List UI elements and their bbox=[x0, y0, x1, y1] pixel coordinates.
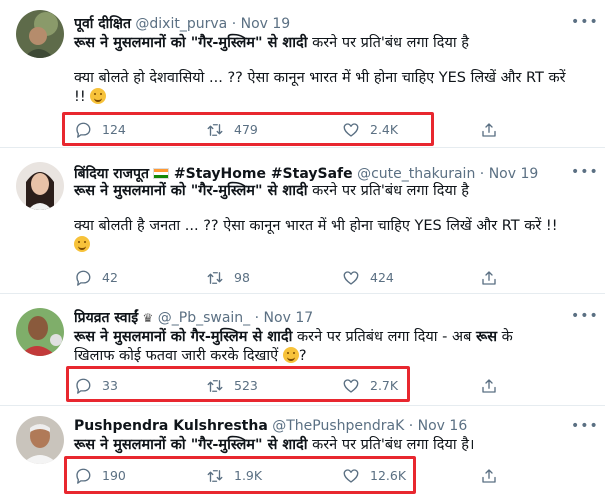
crown-icon: ♛ bbox=[142, 311, 154, 325]
retweet-button[interactable]: 98 bbox=[206, 262, 250, 294]
red-highlight-box bbox=[64, 456, 416, 494]
tweet-date[interactable]: Nov 17 bbox=[264, 310, 314, 326]
avatar[interactable] bbox=[16, 162, 64, 210]
tweet-text-bold: रूस ने मुसलमानों को गैर-मुस्लिम से शादी bbox=[74, 329, 293, 345]
india-flag-icon bbox=[153, 168, 170, 179]
share-icon bbox=[482, 123, 496, 137]
smiling-emoji-icon bbox=[90, 88, 107, 104]
separator-dot: · bbox=[408, 418, 414, 434]
share-button[interactable] bbox=[480, 262, 508, 294]
tweet-header: Pushpendra Kulshrestha @ThePushpendraK ·… bbox=[74, 418, 569, 434]
tweet-2[interactable]: बिंदिया राजपूत #StayHome #StaySafe @cute… bbox=[0, 148, 605, 294]
user-handle[interactable]: @ThePushpendraK bbox=[272, 418, 404, 434]
user-handle[interactable]: @dixit_purva bbox=[135, 16, 227, 32]
separator-dot: · bbox=[479, 166, 485, 182]
share-icon bbox=[482, 379, 496, 393]
smiling-emoji-icon bbox=[74, 236, 90, 252]
tweet-4[interactable]: Pushpendra Kulshrestha @ThePushpendraK ·… bbox=[0, 406, 605, 502]
tweet-text: रूस ने मुसलमानों को "गैर-मुस्लिम" से शाद… bbox=[74, 436, 584, 455]
user-handle[interactable]: @_Pb_swain_ bbox=[158, 310, 250, 326]
avatar-image bbox=[16, 416, 64, 464]
tweet-date[interactable]: Nov 19 bbox=[489, 166, 539, 182]
tweet-text-line: क्या बोलती है जनता ... ?? ऐसा कानून भारत… bbox=[74, 218, 558, 234]
name-hashtags: #StayHome #StaySafe bbox=[173, 166, 353, 182]
display-name[interactable]: Pushpendra Kulshrestha bbox=[74, 418, 268, 434]
tweet-text-rest: के bbox=[497, 329, 513, 345]
tweet-3[interactable]: प्रियव्रत स्वाईं ♛ @_Pb_swain_ · Nov 17 … bbox=[0, 294, 605, 406]
reply-count: 42 bbox=[102, 270, 118, 285]
more-options-icon[interactable]: ••• bbox=[571, 418, 598, 434]
tweet-text-rest: करने पर प्रति'बंध लगा दिया है bbox=[307, 183, 469, 199]
tweet-text-rest: करने पर प्रतिबंध लगा दिया - अब bbox=[292, 329, 476, 345]
tweet-text-rest: करने पर प्रति'बंध लगा दिया है bbox=[307, 35, 469, 51]
tweet-text-bold: रूस ने मुसलमानों को "गैर-मुस्लिम" से शाद… bbox=[74, 183, 308, 199]
share-button[interactable] bbox=[480, 460, 508, 492]
avatar[interactable] bbox=[16, 416, 64, 464]
user-handle[interactable]: @cute_thakurain bbox=[357, 166, 475, 182]
retweet-count: 98 bbox=[234, 270, 250, 285]
tweet-date[interactable]: Nov 19 bbox=[241, 16, 291, 32]
more-options-icon[interactable]: ••• bbox=[571, 308, 598, 324]
more-options-icon[interactable]: ••• bbox=[571, 14, 598, 30]
avatar-image bbox=[16, 10, 64, 58]
separator-dot: · bbox=[231, 16, 237, 32]
tweet-header: बिंदिया राजपूत #StayHome #StaySafe @cute… bbox=[74, 164, 569, 183]
red-highlight-box bbox=[66, 366, 410, 402]
avatar[interactable] bbox=[16, 308, 64, 356]
tweet-1[interactable]: पूर्वा दीक्षित @dixit_purva · Nov 19 •••… bbox=[0, 0, 605, 148]
tweet-date[interactable]: Nov 16 bbox=[418, 418, 468, 434]
tweet-text-end: ? bbox=[298, 348, 307, 364]
tweet-text: रूस ने मुसलमानों को गैर-मुस्लिम से शादी … bbox=[74, 328, 584, 366]
tweet-text-line: क्या बोलते हो देशवासियो ... ?? ऐसा कानून… bbox=[74, 70, 566, 86]
tweet-text: रूस ने मुसलमानों को "गैर-मुस्लिम" से शाद… bbox=[74, 34, 584, 107]
tweet-text-line: खिलाफ कोई फतवा जारी करके दिखाऐं bbox=[74, 348, 279, 364]
tweet-text-bold: रूस bbox=[475, 329, 498, 345]
red-highlight-box bbox=[62, 112, 434, 146]
tweet-text: रूस ने मुसलमानों को "गैर-मुस्लिम" से शाद… bbox=[74, 182, 584, 255]
display-name[interactable]: पूर्वा दीक्षित bbox=[74, 16, 131, 32]
reply-icon bbox=[76, 270, 91, 286]
avatar[interactable] bbox=[16, 10, 64, 58]
tweet-header: पूर्वा दीक्षित @dixit_purva · Nov 19 bbox=[74, 14, 569, 33]
separator-dot: · bbox=[254, 310, 260, 326]
tweet-text-bold: रूस ने मुसलमानों को "गैर-मुस्लिम" से शाद… bbox=[74, 35, 308, 51]
avatar-image bbox=[16, 162, 64, 210]
thinking-emoji-icon bbox=[282, 347, 299, 363]
display-name[interactable]: बिंदिया राजपूत bbox=[74, 166, 149, 182]
tweet-text-line: !! bbox=[74, 89, 86, 105]
reply-button[interactable]: 42 bbox=[74, 262, 118, 294]
share-button[interactable] bbox=[480, 370, 508, 402]
share-icon bbox=[482, 271, 496, 285]
retweet-icon bbox=[207, 272, 223, 284]
heart-icon bbox=[343, 271, 359, 285]
share-button[interactable] bbox=[480, 114, 508, 146]
avatar-image bbox=[16, 308, 64, 356]
tweet-text-bold: रूस ने मुसलमानों को "गैर-मुस्लिम" से शाद… bbox=[74, 437, 308, 453]
share-icon bbox=[482, 469, 496, 483]
like-count: 424 bbox=[370, 270, 394, 285]
display-name[interactable]: प्रियव्रत स्वाईं bbox=[74, 310, 138, 326]
tweet-text-rest: करने पर प्रति'बंध लगा दिया है। bbox=[307, 437, 475, 453]
tweet-header: प्रियव्रत स्वाईं ♛ @_Pb_swain_ · Nov 17 bbox=[74, 308, 569, 327]
more-options-icon[interactable]: ••• bbox=[571, 164, 598, 180]
like-button[interactable]: 424 bbox=[342, 262, 394, 294]
tweet-actions: 42 98 424 bbox=[62, 262, 502, 294]
